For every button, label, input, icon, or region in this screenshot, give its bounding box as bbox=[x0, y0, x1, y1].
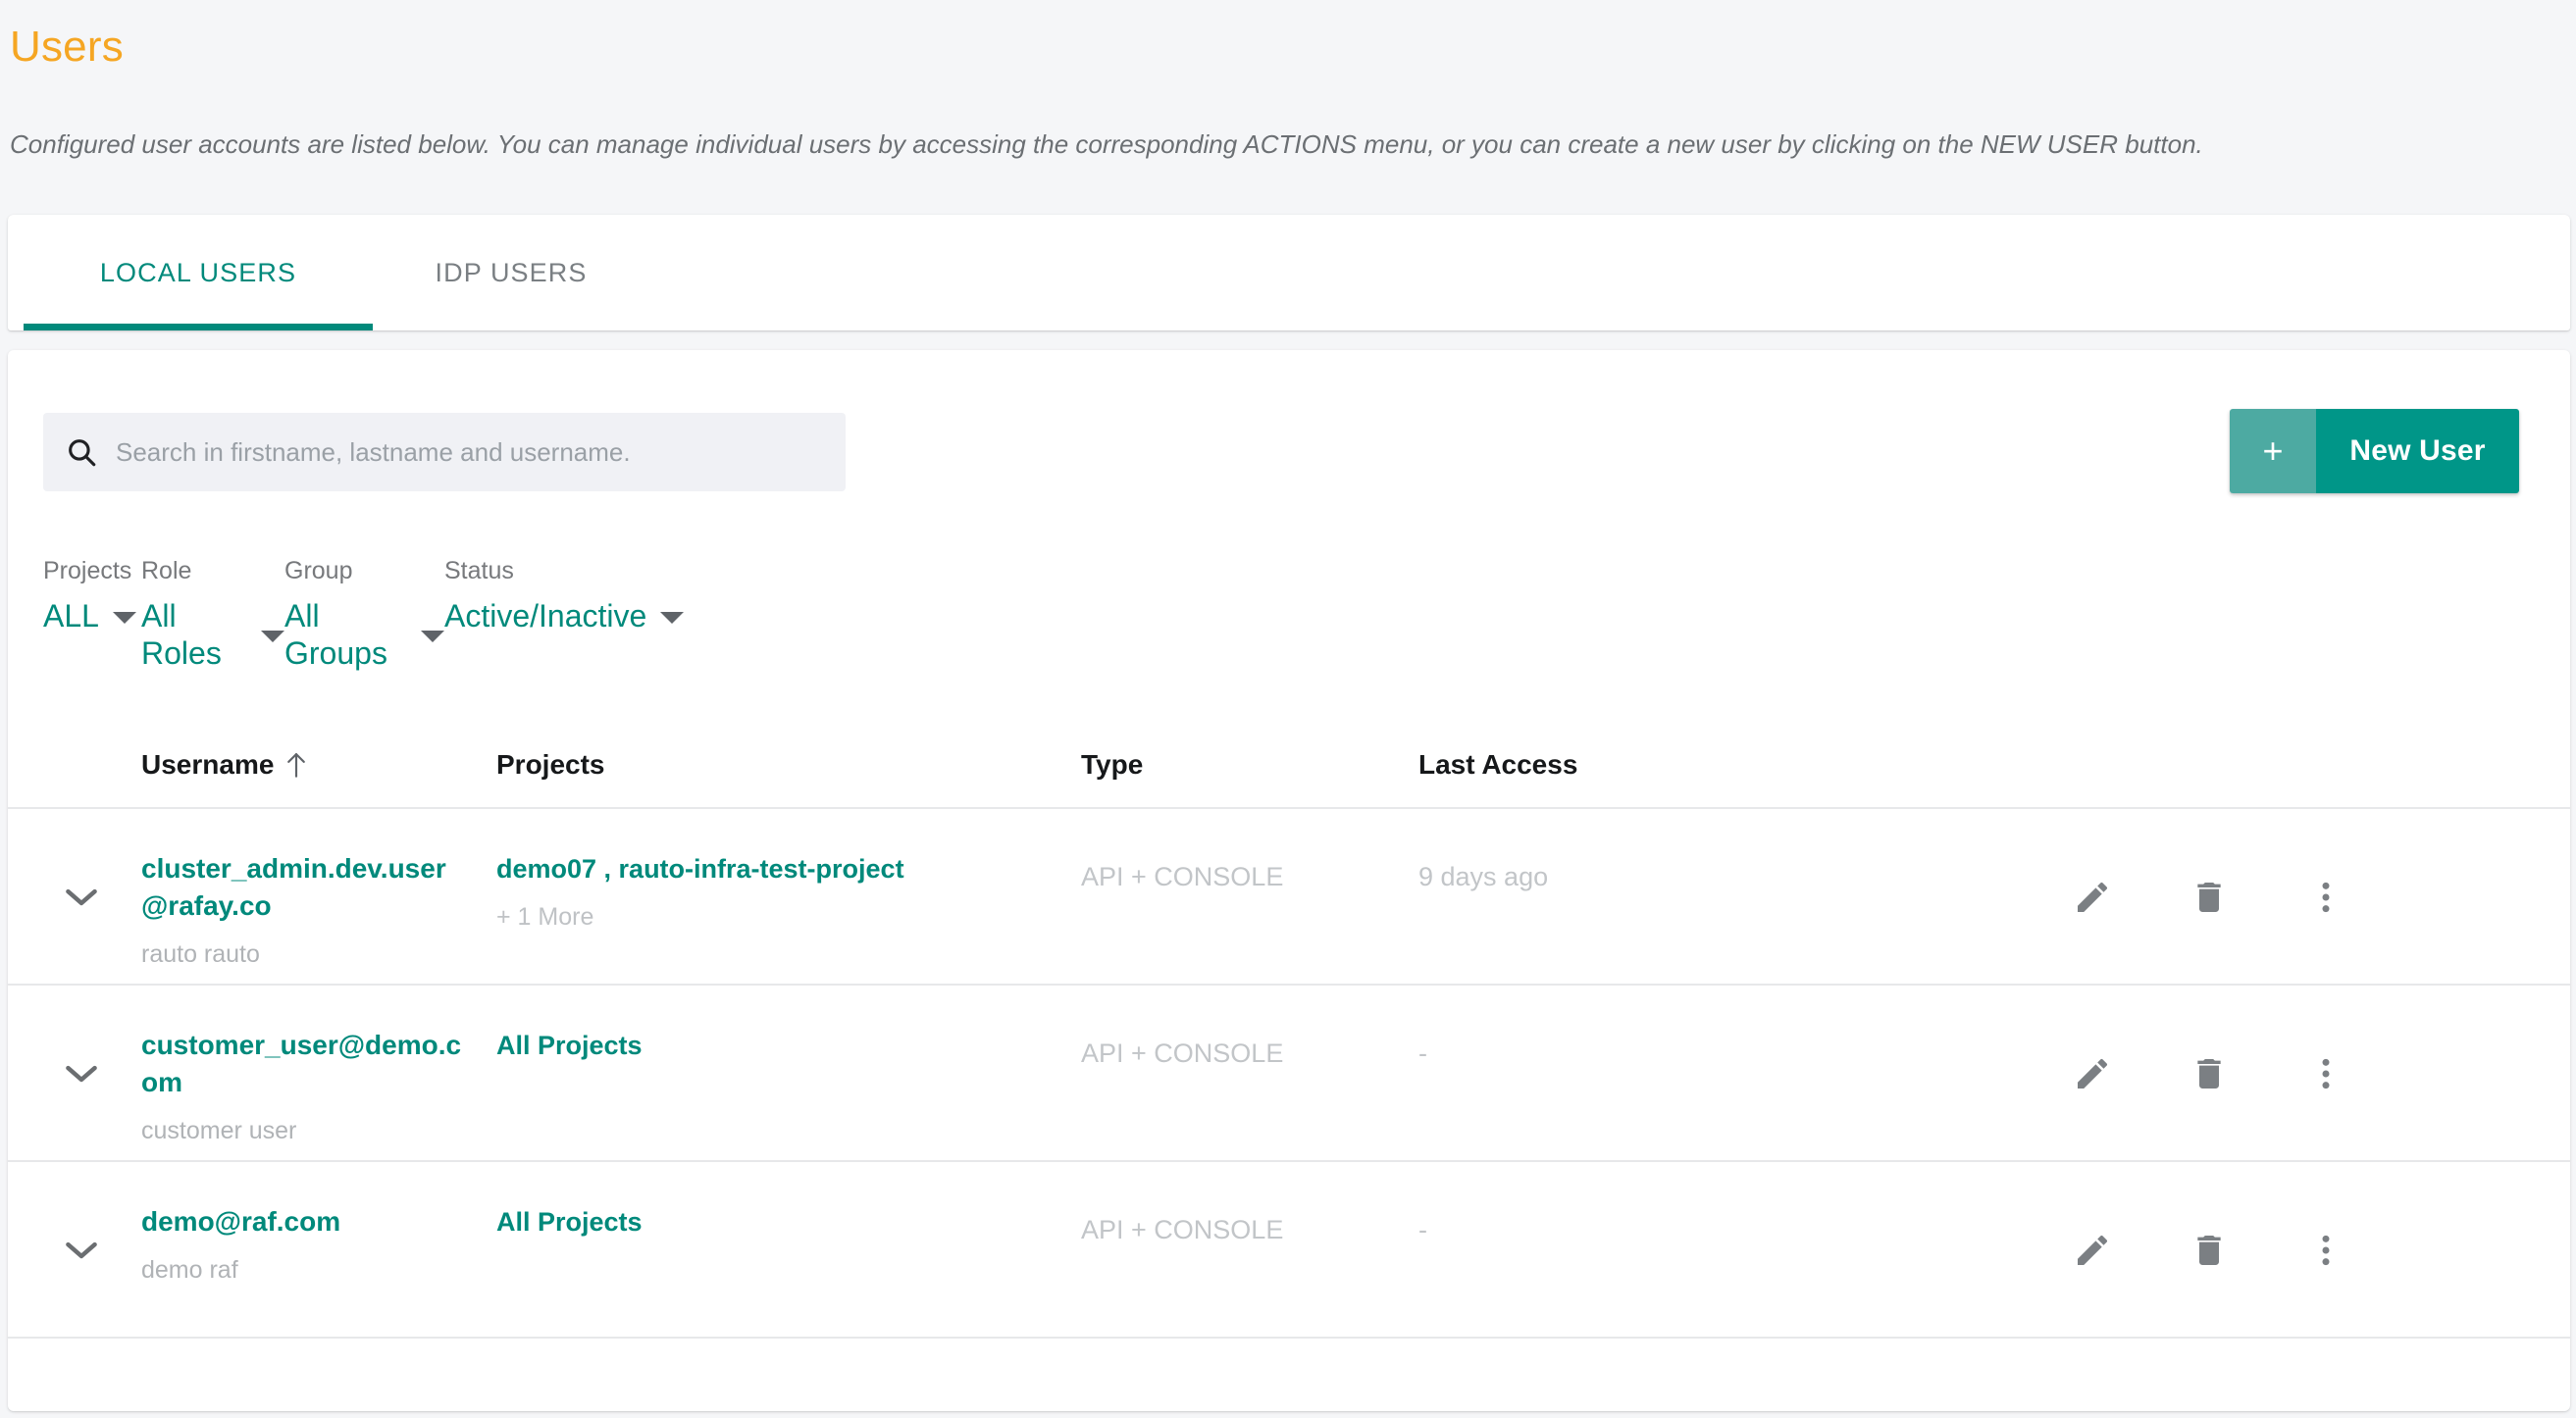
filter-role-selected: All Roles bbox=[141, 598, 222, 671]
tab-list: LOCAL USERS IDP USERS bbox=[8, 215, 2570, 330]
users-table: Username Projects Type Last Access clust… bbox=[8, 723, 2570, 1407]
row-last-access: - bbox=[1418, 1215, 1427, 1244]
page-title: Users bbox=[10, 23, 124, 71]
row-last-access: - bbox=[1418, 1038, 1427, 1068]
row-projects-link[interactable]: All Projects bbox=[496, 1203, 1081, 1241]
more-vertical-icon[interactable] bbox=[2297, 1045, 2354, 1102]
row-projects-link[interactable]: All Projects bbox=[496, 1027, 1081, 1064]
page-description: Configured user accounts are listed belo… bbox=[10, 129, 2203, 159]
chevron-down-icon bbox=[65, 1240, 98, 1261]
filter-role-value[interactable]: All Roles bbox=[141, 597, 284, 672]
row-username-cell: customer_user@demo.com customer user bbox=[141, 986, 496, 1146]
new-user-button[interactable]: + New User bbox=[2230, 409, 2519, 493]
row-expand-toggle[interactable] bbox=[8, 986, 141, 1162]
header-last-access-label: Last Access bbox=[1418, 749, 1578, 780]
row-projects-cell: demo07 , rauto-infra-test-project + 1 Mo… bbox=[496, 809, 1081, 933]
users-page: Users Configured user accounts are liste… bbox=[0, 0, 2576, 1418]
row-username-link[interactable]: customer_user@demo.com bbox=[141, 1027, 465, 1101]
table-row[interactable]: demo@raf.com demo raf All Projects API +… bbox=[8, 1162, 2570, 1339]
filter-role[interactable]: Role All Roles bbox=[141, 556, 284, 672]
filter-status-selected: Active/Inactive bbox=[444, 598, 647, 633]
row-type-cell: API + CONSOLE bbox=[1081, 1162, 1418, 1246]
row-projects-cell: All Projects bbox=[496, 1162, 1081, 1241]
filter-group[interactable]: Group All Groups bbox=[284, 556, 444, 672]
more-vertical-icon[interactable] bbox=[2297, 1222, 2354, 1279]
row-actions bbox=[1948, 809, 2570, 986]
chevron-down-icon bbox=[112, 612, 136, 624]
more-vertical-icon[interactable] bbox=[2297, 869, 2354, 926]
filter-role-label: Role bbox=[141, 557, 192, 584]
filter-group-selected: All Groups bbox=[284, 598, 387, 671]
edit-icon[interactable] bbox=[2064, 1222, 2121, 1279]
edit-icon[interactable] bbox=[2064, 1045, 2121, 1102]
filter-group-value[interactable]: All Groups bbox=[284, 597, 444, 672]
tab-active-indicator bbox=[24, 324, 373, 330]
row-projects-link[interactable]: demo07 , rauto-infra-test-project bbox=[496, 850, 1081, 887]
search-icon bbox=[65, 435, 98, 469]
chevron-down-icon bbox=[660, 612, 685, 624]
filter-status[interactable]: Status Active/Inactive bbox=[444, 556, 685, 634]
header-projects-label: Projects bbox=[496, 749, 605, 780]
row-fullname: demo raf bbox=[141, 1256, 238, 1284]
header-username[interactable]: Username bbox=[141, 749, 496, 781]
users-card: + New User Projects ALL Role All Roles G… bbox=[8, 350, 2570, 1411]
header-type[interactable]: Type bbox=[1081, 749, 1418, 781]
filter-group-label: Group bbox=[284, 557, 353, 584]
chevron-down-icon bbox=[261, 631, 284, 642]
filter-projects[interactable]: Projects ALL bbox=[43, 556, 141, 634]
row-expand-toggle[interactable] bbox=[8, 1162, 141, 1339]
row-last-access-cell: 9 days ago bbox=[1418, 809, 1948, 893]
table-row[interactable]: cluster_admin.dev.user@rafay.co rauto ra… bbox=[8, 809, 2570, 986]
row-last-access-cell: - bbox=[1418, 1162, 1948, 1246]
row-last-access: 9 days ago bbox=[1418, 862, 1549, 891]
filter-projects-label: Projects bbox=[43, 557, 132, 584]
search-input[interactable] bbox=[116, 413, 824, 491]
chevron-down-icon bbox=[65, 886, 98, 908]
row-username-link[interactable]: demo@raf.com bbox=[141, 1203, 465, 1241]
table-row[interactable] bbox=[8, 1339, 2570, 1407]
arrow-up-icon bbox=[285, 751, 307, 779]
row-expand-toggle[interactable] bbox=[8, 809, 141, 986]
row-type: API + CONSOLE bbox=[1081, 1215, 1284, 1244]
tab-idp-users[interactable]: IDP USERS bbox=[373, 215, 649, 330]
delete-icon[interactable] bbox=[2181, 1222, 2238, 1279]
row-fullname: rauto rauto bbox=[141, 940, 260, 968]
row-username-cell: cluster_admin.dev.user@rafay.co rauto ra… bbox=[141, 809, 496, 970]
row-projects-cell: All Projects bbox=[496, 986, 1081, 1064]
filter-status-label: Status bbox=[444, 557, 514, 584]
row-last-access-cell: - bbox=[1418, 986, 1948, 1070]
row-fullname: customer user bbox=[141, 1117, 297, 1144]
new-user-label: New User bbox=[2316, 409, 2519, 493]
delete-icon[interactable] bbox=[2181, 869, 2238, 926]
delete-icon[interactable] bbox=[2181, 1045, 2238, 1102]
table-row[interactable]: customer_user@demo.com customer user All… bbox=[8, 986, 2570, 1162]
filter-status-value[interactable]: Active/Inactive bbox=[444, 597, 685, 634]
tabs-card: LOCAL USERS IDP USERS bbox=[8, 215, 2570, 330]
filter-projects-selected: ALL bbox=[43, 598, 99, 633]
row-projects-more[interactable]: + 1 More bbox=[496, 901, 1081, 933]
search-box[interactable] bbox=[43, 413, 846, 491]
header-last-access[interactable]: Last Access bbox=[1418, 749, 1948, 781]
row-username-link[interactable]: cluster_admin.dev.user@rafay.co bbox=[141, 850, 465, 925]
edit-icon[interactable] bbox=[2064, 869, 2121, 926]
row-actions bbox=[1948, 986, 2570, 1162]
filter-projects-value[interactable]: ALL bbox=[43, 597, 141, 634]
row-type: API + CONSOLE bbox=[1081, 862, 1284, 891]
header-type-label: Type bbox=[1081, 749, 1144, 780]
header-username-label: Username bbox=[141, 749, 275, 780]
row-type-cell: API + CONSOLE bbox=[1081, 809, 1418, 893]
table-header-row: Username Projects Type Last Access bbox=[8, 723, 2570, 809]
filter-bar: Projects ALL Role All Roles Group All Gr… bbox=[43, 556, 685, 672]
plus-icon: + bbox=[2230, 409, 2316, 493]
tab-local-users[interactable]: LOCAL USERS bbox=[24, 215, 373, 330]
chevron-down-icon bbox=[421, 631, 444, 642]
header-projects[interactable]: Projects bbox=[496, 749, 1081, 781]
chevron-down-icon bbox=[65, 1063, 98, 1085]
row-actions bbox=[1948, 1162, 2570, 1339]
row-type-cell: API + CONSOLE bbox=[1081, 986, 1418, 1070]
row-type: API + CONSOLE bbox=[1081, 1038, 1284, 1068]
row-username-cell: demo@raf.com demo raf bbox=[141, 1162, 496, 1286]
